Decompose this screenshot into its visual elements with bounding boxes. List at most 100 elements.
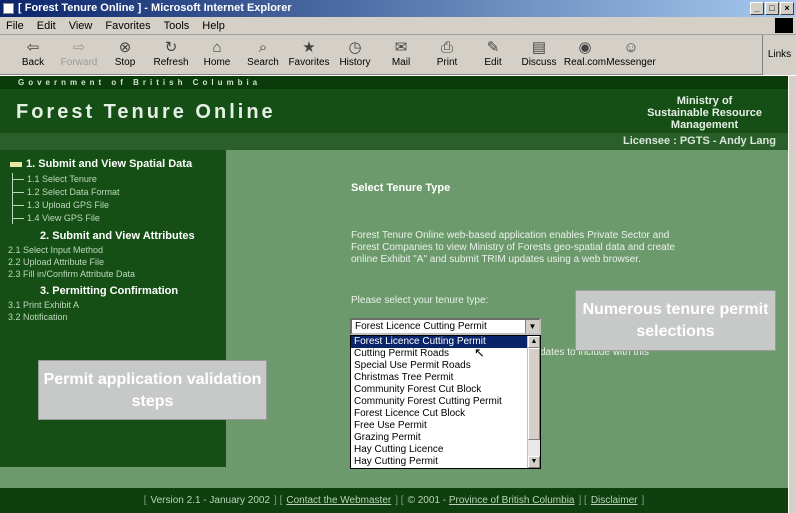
menu-edit[interactable]: Edit (37, 20, 56, 32)
toolbar-refresh-button[interactable]: ↻ Refresh (148, 35, 194, 68)
ministry-name: Ministry of Sustainable Resource Managem… (647, 95, 762, 131)
tenure-select-value: Forest Licence Cutting Permit (355, 321, 487, 332)
tenure-option[interactable]: Grazing Permit (351, 432, 528, 444)
dropdown-arrow-icon[interactable]: ▼ (525, 320, 539, 333)
sidebar-step-3-2[interactable]: 3.2 Notification (8, 312, 68, 322)
menu-view[interactable]: View (69, 20, 93, 32)
window-titlebar: [ Forest Tenure Online ] - Microsoft Int… (0, 0, 796, 17)
toolbar-button-label: Home (203, 57, 231, 68)
site-banner: Forest Tenure Online Ministry of Sustain… (0, 89, 788, 133)
menu-help[interactable]: Help (202, 20, 225, 32)
tenure-option[interactable]: Christmas Tree Permit (351, 372, 528, 384)
page-footer: [Version 2.1 - January 2002] [Contact th… (0, 488, 788, 513)
toolbar-button-label: Edit (484, 57, 502, 68)
menu-bar: File Edit View Favorites Tools Help (0, 17, 796, 35)
close-button[interactable]: × (780, 2, 794, 15)
toolbar-button-label: History (339, 57, 371, 68)
tenure-option[interactable]: Community Forest Cutting Permit (351, 396, 528, 408)
copyright-text: © 2001 - (407, 495, 447, 506)
tenure-prompt: Please select your tenure type: (351, 295, 489, 306)
tenure-option[interactable]: Community Forest Cut Block (351, 384, 528, 396)
toolbar-realcom-button[interactable]: ◉ Real.com (562, 35, 608, 68)
page-scrollbar[interactable] (788, 76, 796, 513)
toolbar-button-label: Discuss (521, 57, 557, 68)
mail-icon: ✉ (394, 39, 408, 56)
toolbar-button-label: Mail (391, 57, 411, 68)
tenure-option[interactable]: Cutting Permit Roads (351, 348, 528, 360)
stop-icon: ⊗ (118, 39, 132, 56)
version-text: Version 2.1 - January 2002 (150, 495, 271, 506)
sidebar-step-1-2[interactable]: 1.2 Select Data Format (12, 187, 120, 197)
toolbar-button-label: Refresh (153, 57, 189, 68)
toolbar-button-label: Search (247, 57, 279, 68)
ie-throbber-icon (775, 18, 793, 33)
toolbar-print-button[interactable]: ⎙ Print (424, 35, 470, 68)
contact-webmaster-link[interactable]: Contact the Webmaster (286, 495, 391, 506)
disclaimer-link[interactable]: Disclaimer (591, 495, 638, 506)
window-controls: _ □ × (750, 2, 794, 15)
tenure-option[interactable]: Forest Licence Cutting Permit (351, 336, 528, 348)
realcom-icon: ◉ (578, 39, 592, 56)
toolbar-discuss-button[interactable]: ▤ Discuss (516, 35, 562, 68)
tenure-option[interactable]: Special Use Permit Roads (351, 360, 528, 372)
page-title: Select Tenure Type (351, 182, 451, 194)
toolbar-edit-button[interactable]: ✎ Edit (470, 35, 516, 68)
menu-file[interactable]: File (6, 20, 24, 32)
toolbar-search-button[interactable]: ⌕ Search (240, 35, 286, 68)
sidebar-step-1-3[interactable]: 1.3 Upload GPS File (12, 200, 109, 210)
home-icon: ⌂ (212, 39, 222, 56)
sidebar-step-2-1[interactable]: 2.1 Select Input Method (8, 245, 103, 255)
menu-tools[interactable]: Tools (164, 20, 190, 32)
tenure-option[interactable]: Free Use Permit (351, 420, 528, 432)
sidebar-step-1-4[interactable]: 1.4 View GPS File (12, 213, 100, 223)
callout-tenure-selections: Numerous tenure permit selections (575, 290, 776, 351)
toolbar-messenger-button[interactable]: ☺ Messenger (606, 35, 655, 68)
intro-paragraph: Forest Tenure Online web-based applicati… (351, 230, 676, 265)
sidebar-section-2[interactable]: 2. Submit and View Attributes (40, 230, 195, 242)
menu-favorites[interactable]: Favorites (105, 20, 150, 32)
maximize-button[interactable]: □ (765, 2, 779, 15)
licensee-bar: Licensee : PGTS - Andy Lang (0, 133, 788, 150)
toolbar-button-label: Print (436, 57, 458, 68)
toolbar-favorites-button[interactable]: ★ Favorites (286, 35, 332, 68)
gov-strip: Government of British Columbia (0, 76, 788, 89)
current-section-marker-icon (10, 161, 22, 167)
options-scrollbar[interactable]: ▲ ▼ (527, 336, 540, 468)
toolbar-history-button[interactable]: ◷ History (332, 35, 378, 68)
tenure-options-list[interactable]: Forest Licence Cutting Permit Cutting Per… (350, 335, 541, 469)
forward-arrow-icon: ⇨ (72, 39, 86, 56)
edit-icon: ✎ (486, 39, 500, 56)
scroll-thumb[interactable] (528, 348, 540, 440)
ie-app-icon[interactable] (3, 3, 14, 14)
tenure-option[interactable]: Forest Licence Cut Block (351, 408, 528, 420)
sidebar-step-1-1[interactable]: 1.1 Select Tenure (12, 174, 97, 184)
sidebar-step-2-3[interactable]: 2.3 Fill in/Confirm Attribute Data (8, 269, 135, 279)
scroll-down-icon[interactable]: ▼ (528, 456, 540, 468)
toolbar-home-button[interactable]: ⌂ Home (194, 35, 240, 68)
tenure-type-select[interactable]: Forest Licence Cutting Permit ▼ (350, 318, 541, 335)
toolbar-mail-button[interactable]: ✉ Mail (378, 35, 424, 68)
sidebar-section-3[interactable]: 3. Permitting Confirmation (40, 285, 178, 297)
mouse-cursor-icon: ↖ (474, 345, 485, 360)
links-button[interactable]: Links (762, 35, 796, 75)
tenure-option[interactable]: Hay Cutting Licence (351, 444, 528, 456)
scroll-up-icon[interactable]: ▲ (528, 336, 540, 348)
toolbar-back-button[interactable]: ⇦ Back (10, 35, 56, 68)
province-link[interactable]: Province of British Columbia (449, 495, 575, 506)
toolbar-button-label: Forward (60, 57, 98, 68)
browser-toolbar: ⇦ Back ⇨ Forward ⊗ Stop ↻ Refresh ⌂ Home ⌕ Search ★ F… (0, 35, 796, 75)
toolbar-button-label: Stop (114, 57, 136, 68)
site-title: Forest Tenure Online (16, 101, 276, 123)
sidebar-step-3-1[interactable]: 3.1 Print Exhibit A (8, 300, 79, 310)
toolbar-stop-button[interactable]: ⊗ Stop (102, 35, 148, 68)
tenure-option[interactable]: Hay Cutting Permit (351, 456, 528, 468)
sidebar-section-1[interactable]: 1. Submit and View Spatial Data (10, 158, 192, 170)
toolbar-forward-button[interactable]: ⇨ Forward (56, 35, 102, 68)
licensee-label: Licensee : PGTS - Andy Lang (622, 135, 776, 147)
sidebar-step-2-2[interactable]: 2.2 Upload Attribute File (8, 257, 104, 267)
search-icon: ⌕ (258, 39, 268, 56)
toolbar-button-label: Back (21, 57, 45, 68)
minimize-button[interactable]: _ (750, 2, 764, 15)
callout-validation-steps: Permit application validation steps (38, 360, 267, 420)
ministry-line-2: Sustainable Resource (647, 107, 762, 119)
